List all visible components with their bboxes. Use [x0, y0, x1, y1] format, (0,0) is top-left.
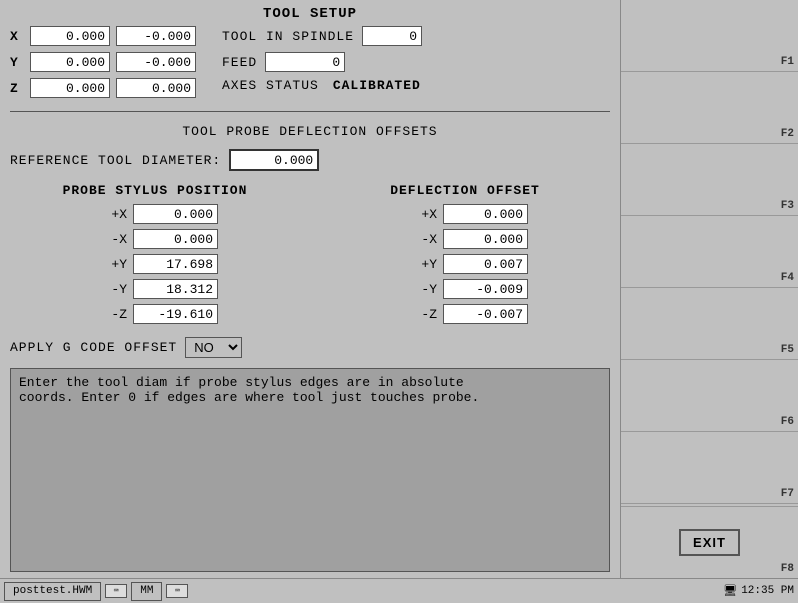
probe-stylus-col: PROBE STYLUS POSITION +X 0.000 -X 0.000 … [10, 183, 300, 329]
right-info: TOOL IN SPINDLE 0 FEED 0 AXES STATUS CAL… [222, 26, 422, 101]
probe-label-nx: -X [92, 232, 127, 247]
fn4-button[interactable]: F4 [621, 216, 798, 288]
probe-val-nz[interactable]: -19.610 [133, 304, 218, 324]
deflection-val-nx[interactable]: 0.000 [443, 229, 528, 249]
deflection-row-nz: -Z -0.007 [320, 304, 610, 324]
tool-in-spindle-value[interactable]: 0 [362, 26, 422, 46]
fn3-button[interactable]: F3 [621, 144, 798, 216]
fn2-button[interactable]: F2 [621, 72, 798, 144]
apply-gcode-select[interactable]: NO YES [185, 337, 242, 358]
message-box: Enter the tool diam if probe stylus edge… [10, 368, 610, 572]
keyboard-icon-2: ⌨ [166, 584, 188, 598]
keyboard-icon-1: ⌨ [105, 584, 127, 598]
deflection-label-nz: -Z [402, 307, 437, 322]
deflection-row-py: +Y 0.007 [320, 254, 610, 274]
apply-gcode-row: APPLY G CODE OFFSET NO YES [10, 337, 610, 358]
feed-label: FEED [222, 55, 257, 70]
taskbar-filename[interactable]: posttest.HWM [4, 582, 101, 601]
probe-val-nx[interactable]: 0.000 [133, 229, 218, 249]
tool-in-spindle-row: TOOL IN SPINDLE 0 [222, 26, 422, 46]
content-area: TOOL SETUP X 0.000 -0.000 Y 0.000 -0.000 [0, 0, 620, 578]
axis-z-val1[interactable]: 0.000 [30, 78, 110, 98]
probe-label-ny: -Y [92, 282, 127, 297]
reference-diameter-label: REFERENCE TOOL DIAMETER: [10, 153, 221, 168]
clock-time: 12:35 PM [741, 585, 794, 597]
deflection-row-px: +X 0.000 [320, 204, 610, 224]
deflection-row-nx: -X 0.000 [320, 229, 610, 249]
probe-stylus-header: PROBE STYLUS POSITION [10, 183, 300, 198]
axis-label-z: Z [10, 81, 30, 96]
reference-diameter-row: REFERENCE TOOL DIAMETER: 0.000 [10, 149, 610, 171]
probe-label-py: +Y [92, 257, 127, 272]
exit-button[interactable]: EXIT [679, 529, 740, 556]
deflection-label-py: +Y [402, 257, 437, 272]
axis-y-val1[interactable]: 0.000 [30, 52, 110, 72]
axes-status-value: CALIBRATED [333, 78, 421, 93]
probe-label-nz: -Z [92, 307, 127, 322]
deflection-val-ny[interactable]: -0.009 [443, 279, 528, 299]
message-text: Enter the tool diam if probe stylus edge… [19, 375, 479, 405]
fn1-button[interactable]: F1 [621, 0, 798, 72]
probe-val-py[interactable]: 17.698 [133, 254, 218, 274]
axes-status-row: AXES STATUS CALIBRATED [222, 78, 422, 93]
probe-row-px: +X 0.000 [10, 204, 300, 224]
axis-label-x: X [10, 29, 30, 44]
fn2-label: F2 [781, 128, 794, 140]
deflection-val-px[interactable]: 0.000 [443, 204, 528, 224]
fn7-button[interactable]: F7 [621, 432, 798, 504]
reference-diameter-input[interactable]: 0.000 [229, 149, 319, 171]
probe-row-py: +Y 17.698 [10, 254, 300, 274]
tool-in-spindle-label: TOOL IN SPINDLE [222, 29, 354, 44]
deflection-val-py[interactable]: 0.007 [443, 254, 528, 274]
probe-val-px[interactable]: 0.000 [133, 204, 218, 224]
axis-row-y: Y 0.000 -0.000 [10, 52, 202, 72]
axes-section: X 0.000 -0.000 Y 0.000 -0.000 Z 0.000 0.… [10, 26, 202, 101]
feed-value[interactable]: 0 [265, 52, 345, 72]
taskbar: posttest.HWM ⌨ MM ⌨ 🖥 12:35 PM [0, 578, 798, 603]
deflection-col: DEFLECTION OFFSET +X 0.000 -X 0.000 +Y 0… [320, 183, 610, 329]
deflection-label-ny: -Y [402, 282, 437, 297]
fn6-label: F6 [781, 416, 794, 428]
axis-x-val1[interactable]: 0.000 [30, 26, 110, 46]
fn5-label: F5 [781, 344, 794, 356]
taskbar-unit[interactable]: MM [131, 582, 162, 601]
fn8-label: F8 [781, 563, 794, 575]
axis-row-z: Z 0.000 0.000 [10, 78, 202, 98]
probe-val-ny[interactable]: 18.312 [133, 279, 218, 299]
deflection-header: DEFLECTION OFFSET [320, 183, 610, 198]
fn-buttons-group: F1 F2 F3 F4 F5 F6 [621, 0, 798, 506]
axis-x-val2[interactable]: -0.000 [116, 26, 196, 46]
apply-gcode-label: APPLY G CODE OFFSET [10, 340, 177, 355]
axis-row-x: X 0.000 -0.000 [10, 26, 202, 46]
probe-section: PROBE STYLUS POSITION +X 0.000 -X 0.000 … [10, 183, 610, 329]
fn6-button[interactable]: F6 [621, 360, 798, 432]
taskbar-clock: 🖥 12:35 PM [723, 584, 794, 598]
deflection-label-px: +X [402, 207, 437, 222]
deflection-val-nz[interactable]: -0.007 [443, 304, 528, 324]
probe-section-title: TOOL PROBE DEFLECTION OFFSETS [0, 124, 620, 139]
fn3-label: F3 [781, 200, 794, 212]
axis-y-val2[interactable]: -0.000 [116, 52, 196, 72]
probe-label-px: +X [92, 207, 127, 222]
probe-row-ny: -Y 18.312 [10, 279, 300, 299]
deflection-label-nx: -X [402, 232, 437, 247]
fn4-label: F4 [781, 272, 794, 284]
axis-label-y: Y [10, 55, 30, 70]
axes-status-label: AXES STATUS [222, 78, 319, 93]
probe-row-nz: -Z -19.610 [10, 304, 300, 324]
divider [10, 111, 610, 112]
page-title: TOOL SETUP [0, 0, 620, 26]
deflection-row-ny: -Y -0.009 [320, 279, 610, 299]
fn8-area: EXIT F8 [621, 506, 798, 578]
axis-z-val2[interactable]: 0.000 [116, 78, 196, 98]
fn5-button[interactable]: F5 [621, 288, 798, 360]
probe-row-nx: -X 0.000 [10, 229, 300, 249]
sidebar: F1 F2 F3 F4 F5 F6 [620, 0, 798, 578]
monitor-icon: 🖥 [723, 584, 737, 598]
fn1-label: F1 [781, 56, 794, 68]
feed-row: FEED 0 [222, 52, 422, 72]
fn7-label: F7 [781, 488, 794, 500]
